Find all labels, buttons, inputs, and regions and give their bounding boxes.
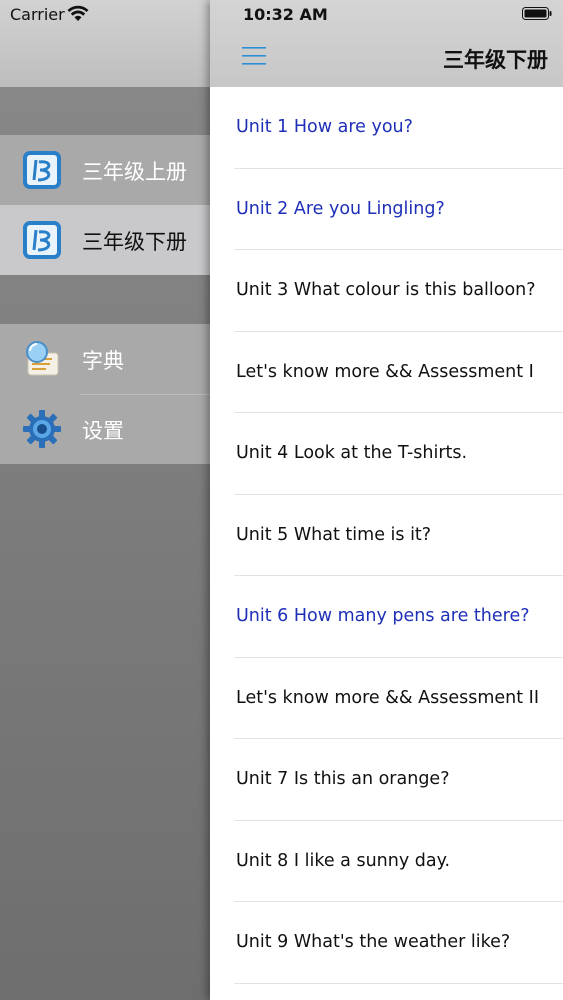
list-item[interactable]: Unit 3 What colour is this balloon? — [210, 250, 563, 332]
hamburger-icon[interactable] — [242, 45, 266, 67]
menu-item-label: 字典 — [82, 349, 124, 373]
dictionary-icon — [26, 341, 59, 376]
menu-section-tools: 字典 设置 — [0, 324, 210, 464]
status-time: 10:32 AM — [243, 5, 328, 24]
unit-title: Unit 7 Is this an orange? — [236, 769, 450, 789]
list-item[interactable]: Unit 8 I like a sunny day. — [210, 821, 563, 902]
unit-title: Unit 2 Are you Lingling? — [236, 198, 445, 219]
list-item[interactable]: Unit 9 What's the weather like? — [210, 902, 563, 984]
list-item[interactable]: Unit 4 Look at the T-shirts. — [210, 413, 563, 495]
page-title: 三年级下册 — [443, 48, 548, 72]
list-item[interactable]: Unit 1 How are you? — [210, 87, 563, 169]
unit-title: Unit 9 What's the weather like? — [236, 932, 511, 952]
list-item[interactable]: Unit 6 How many pens are there? — [210, 576, 563, 658]
book-app-icon — [23, 151, 61, 189]
unit-title: Let's know more && Assessment I — [236, 361, 534, 382]
wifi-icon — [67, 5, 89, 21]
unit-title: Unit 4 Look at the T-shirts. — [236, 443, 468, 463]
unit-title: Unit 3 What colour is this balloon? — [236, 280, 536, 300]
menu-item-grade3-vol1[interactable]: 三年级上册 — [0, 135, 210, 205]
unit-title: Unit 8 I like a sunny day. — [236, 850, 451, 871]
menu-item-label: 设置 — [82, 419, 124, 443]
unit-title: Unit 1 How are you? — [236, 117, 413, 137]
menu-section-books: 三年级上册 三年级下册 — [0, 135, 210, 275]
list-item[interactable]: Unit 2 Are you Lingling? — [210, 169, 563, 250]
list-item[interactable]: Let's know more && Assessment I — [210, 332, 563, 413]
menu-item-label: 三年级上册 — [82, 160, 187, 184]
menu-item-settings[interactable]: 设置 — [0, 394, 210, 464]
battery-icon — [522, 7, 552, 20]
unit-title: Unit 6 How many pens are there? — [236, 606, 530, 626]
unit-title: Let's know more && Assessment II — [236, 687, 539, 708]
list-item[interactable]: Unit 5 What time is it? — [210, 495, 563, 576]
carrier-label: Carrier — [10, 5, 65, 24]
content-panel: 10:32 AM 三年级下册 Unit 1 How are you? Unit 2… — [210, 0, 563, 1000]
unit-list: Unit 1 How are you? Unit 2 Are you Lingli… — [210, 87, 563, 984]
list-item[interactable]: Let's know more && Assessment II — [210, 658, 563, 739]
list-item[interactable]: Unit 7 Is this an orange? — [210, 739, 563, 821]
row-divider — [234, 982, 563, 984]
unit-title: Unit 5 What time is it? — [236, 524, 432, 545]
navigation-bar: 10:32 AM 三年级下册 — [210, 0, 563, 87]
menu-item-label: 三年级下册 — [82, 230, 187, 254]
gear-icon — [23, 410, 61, 448]
menu-item-grade3-vol2[interactable]: 三年级下册 — [0, 205, 210, 275]
menu-item-dictionary[interactable]: 字典 — [0, 324, 210, 394]
book-app-icon — [23, 221, 61, 259]
